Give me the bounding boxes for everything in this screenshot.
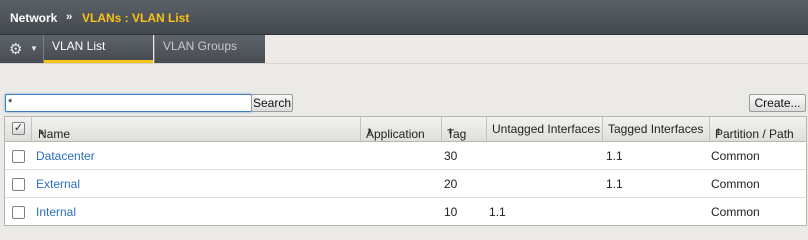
partition-cell: Common (711, 177, 760, 191)
tab-bar: ⚙ ▼ VLAN List VLAN Groups (0, 35, 808, 64)
vlan-name-link[interactable]: Internal (36, 205, 76, 219)
row-checkbox[interactable] (12, 206, 25, 219)
tab-vlan-groups[interactable]: VLAN Groups (154, 35, 265, 63)
breadcrumb-bar: Network ›› VLANs : VLAN List (0, 0, 808, 35)
partition-cell: Common (711, 205, 760, 219)
column-header-untagged-interfaces: Untagged Interfaces (486, 117, 602, 141)
column-header-tagged-interfaces: Tagged Interfaces (602, 117, 709, 141)
create-button[interactable]: Create... (749, 94, 806, 112)
tab-label: VLAN Groups (163, 39, 238, 53)
select-all-checkbox[interactable]: ✓ (12, 122, 25, 135)
row-checkbox[interactable] (12, 150, 25, 163)
tag-cell: 20 (444, 177, 458, 191)
search-button[interactable]: Search (251, 94, 293, 112)
breadcrumb-page-title: VLANs : VLAN List (82, 11, 190, 25)
table-row: Internal 10 1.1 Common (5, 198, 806, 225)
gear-menu-button[interactable]: ⚙ ▼ (0, 35, 44, 63)
vlan-name-link[interactable]: Datacenter (36, 149, 95, 163)
gear-icon: ⚙ (9, 41, 23, 58)
tag-cell: 10 (444, 205, 458, 219)
tab-vlan-list[interactable]: VLAN List (44, 35, 153, 63)
tagged-cell: 1.1 (606, 149, 623, 163)
column-header-partition-path[interactable]: ⬍ Partition / Path (709, 117, 807, 141)
partition-cell: Common (711, 149, 760, 163)
tagged-cell: 1.1 (606, 177, 623, 191)
search-input[interactable] (5, 94, 252, 112)
vlan-name-link[interactable]: External (36, 177, 80, 191)
row-checkbox[interactable] (12, 178, 25, 191)
select-all-column: ✓ (5, 117, 31, 141)
table-header: ✓ ▲ Name ⬍ Application ⬍ Tag Untagged In… (5, 117, 806, 142)
table-row: External 20 1.1 Common (5, 170, 806, 198)
tab-label: VLAN List (52, 39, 106, 53)
chevron-down-icon: ▼ (30, 44, 38, 53)
untagged-cell: 1.1 (489, 205, 506, 219)
column-header-tag[interactable]: ⬍ Tag (441, 117, 486, 141)
column-header-application[interactable]: ⬍ Application (360, 117, 441, 141)
table-row: Datacenter 30 1.1 Common (5, 142, 806, 170)
vlan-table: ✓ ▲ Name ⬍ Application ⬍ Tag Untagged In… (4, 116, 807, 226)
breadcrumb-section[interactable]: Network (10, 11, 57, 25)
breadcrumb-separator: ›› (66, 11, 72, 23)
tag-cell: 30 (444, 149, 458, 163)
column-header-name[interactable]: ▲ Name (31, 117, 360, 141)
